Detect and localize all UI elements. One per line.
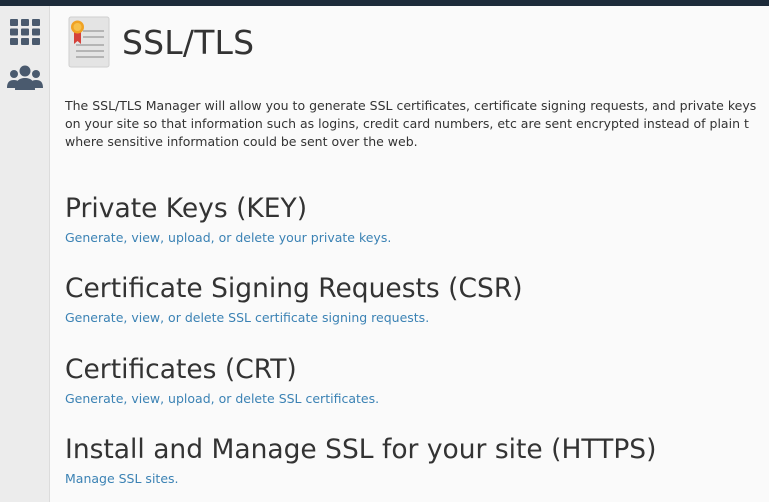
section-certificates: Certificates (CRT) Generate, view, uploa… — [65, 353, 379, 407]
section-heading: Certificate Signing Requests (CSR) — [65, 273, 523, 304]
section-install-ssl: Install and Manage SSL for your site (HT… — [65, 433, 656, 487]
certificate-icon — [68, 16, 110, 68]
section-heading: Private Keys (KEY) — [65, 193, 308, 224]
section-heading: Install and Manage SSL for your site (HT… — [65, 434, 657, 465]
section-csr: Certificate Signing Requests (CSR) Gener… — [65, 272, 523, 326]
main-content: SSL/TLS The SSL/TLS Manager will allow y… — [50, 6, 769, 502]
description-line: where sensitive information could be sen… — [65, 134, 418, 149]
manage-certificates-link[interactable]: Generate, view, upload, or delete SSL ce… — [65, 391, 379, 407]
page-header: SSL/TLS — [68, 16, 254, 68]
manage-ssl-sites-link[interactable]: Manage SSL sites. — [65, 471, 656, 487]
sidebar — [0, 6, 50, 502]
section-private-keys: Private Keys (KEY) Generate, view, uploa… — [65, 192, 391, 246]
grid-icon — [10, 19, 40, 45]
section-heading: Certificates (CRT) — [65, 354, 297, 385]
manage-csr-link[interactable]: Generate, view, or delete SSL certificat… — [65, 310, 523, 326]
sidebar-item-users[interactable] — [0, 58, 50, 98]
manage-private-keys-link[interactable]: Generate, view, upload, or delete your p… — [65, 230, 391, 246]
description-line: The SSL/TLS Manager will allow you to ge… — [65, 98, 757, 113]
page-title: SSL/TLS — [122, 22, 255, 62]
users-icon — [7, 65, 43, 90]
sidebar-item-apps[interactable] — [0, 12, 50, 52]
description-line: on your site so that information such as… — [65, 116, 749, 131]
page-description: The SSL/TLS Manager will allow you to ge… — [65, 97, 769, 151]
